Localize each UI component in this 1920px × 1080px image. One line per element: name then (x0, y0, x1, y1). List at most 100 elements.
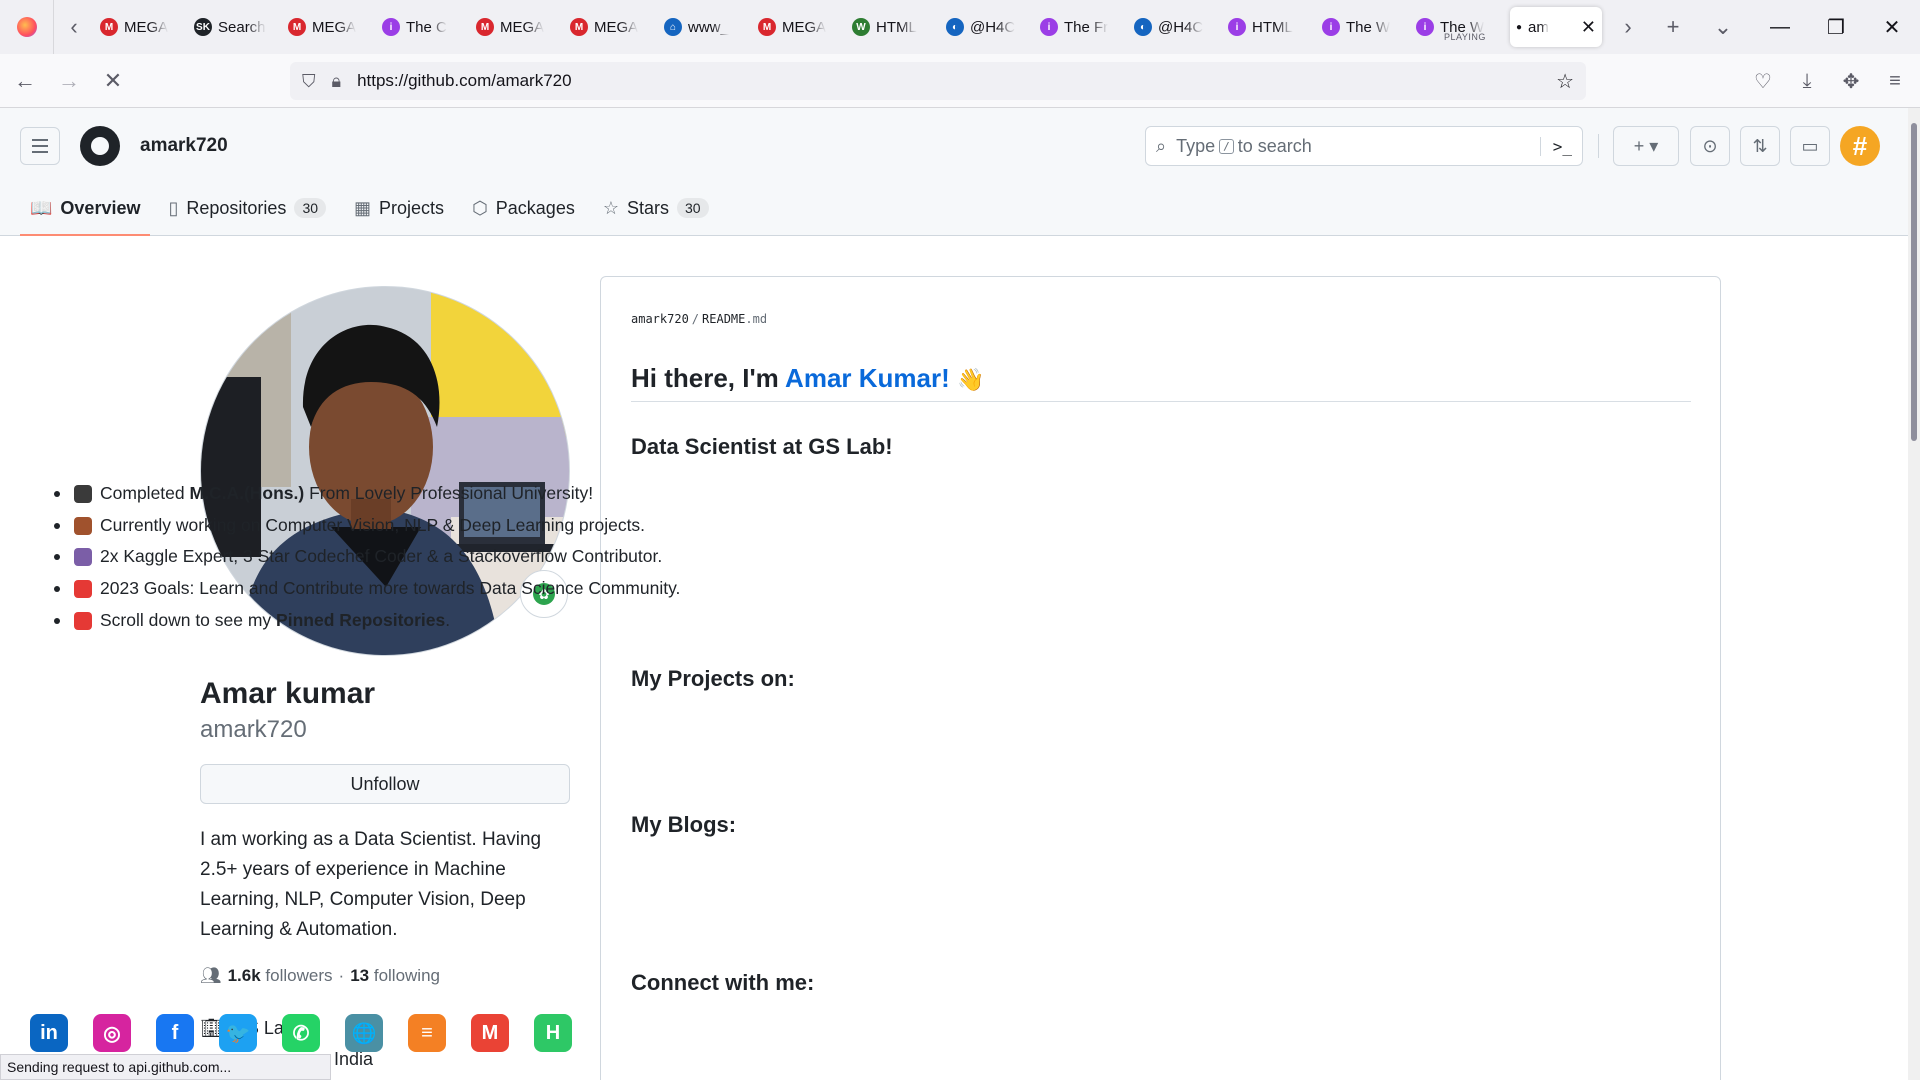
page-scrollbar[interactable] (1908, 108, 1920, 1080)
command-palette-icon[interactable]: >_ (1539, 136, 1572, 156)
readme-name-link[interactable]: Amar Kumar! (785, 363, 950, 393)
list-item: Currently working on Computer Vision, NL… (52, 510, 680, 542)
list-item: 2x Kaggle Expert, 3 Star Codechef Coder … (52, 541, 680, 573)
firefox-icon[interactable] (0, 0, 54, 54)
readme-bullet-list: Completed M.C.A.(Hons.) From Lovely Prof… (52, 478, 680, 637)
book-icon: 📖 (30, 197, 53, 218)
readme-owner-link[interactable]: amark720 (631, 312, 689, 326)
extensions-icon[interactable]: ✥ (1832, 62, 1870, 100)
scrollbar-thumb[interactable] (1911, 123, 1917, 441)
bookmark-star-icon[interactable]: ☆ (1556, 69, 1574, 94)
tabs-scroll-left-icon[interactable]: ‹ (54, 0, 94, 54)
stop-loading-icon[interactable]: ✕ (94, 62, 132, 100)
tabs-scroll-right-icon[interactable]: › (1608, 0, 1648, 54)
table-icon: ▦ (354, 197, 372, 218)
wave-emoji: 👋 (957, 367, 985, 392)
browser-tab[interactable]: i The C (376, 7, 470, 47)
browser-tab[interactable]: M MEGA (282, 7, 376, 47)
menu-icon[interactable]: ≡ (1876, 62, 1914, 100)
tab-strip: M MEGA SK Search M MEGA i The C M MEGA M MEGA ⌂ www_ M… (94, 0, 1410, 54)
lock-icon[interactable]: 🔒︎ (332, 71, 342, 92)
create-new-button[interactable]: + ▾ (1613, 126, 1679, 166)
inbox-icon[interactable]: ▭ (1790, 126, 1830, 166)
search-icon: ⌕ (1156, 135, 1167, 156)
tab-packages[interactable]: ⬡ Packages (462, 188, 585, 228)
header-username[interactable]: amark720 (140, 135, 228, 157)
readme-file-link[interactable]: README.md (702, 312, 767, 326)
loading-dot-icon: ● (1516, 21, 1523, 33)
website-icon[interactable]: 🌐 (345, 1014, 383, 1052)
downloads-icon[interactable]: ⤓ (1788, 62, 1826, 100)
linkedin-icon[interactable]: in (30, 1014, 68, 1052)
github-logo-icon[interactable] (80, 126, 120, 166)
browser-tab[interactable]: ◐ @H4C (1128, 7, 1222, 47)
whatsapp-icon[interactable]: ✆ (282, 1014, 320, 1052)
profile-full-name: Amar kumar (200, 677, 376, 710)
repo-icon: ▯ (168, 197, 179, 218)
tab-stars[interactable]: ☆ Stars 30 (593, 188, 719, 228)
pull-requests-icon[interactable]: ⇅ (1740, 126, 1780, 166)
new-tab-icon[interactable]: + (1648, 0, 1698, 54)
tab-active[interactable]: ● am ✕ (1510, 7, 1602, 47)
followers-link[interactable]: 1.6k followers (228, 966, 333, 986)
browser-tab[interactable]: M MEGA (564, 7, 658, 47)
emoji-icon (74, 611, 92, 630)
url-text[interactable]: https://github.com/amark720 (357, 71, 572, 91)
search-input[interactable]: ⌕ Type / to search >_ (1145, 126, 1583, 166)
list-all-tabs-icon[interactable]: ⌄ (1698, 0, 1748, 54)
unfollow-button[interactable]: Unfollow (200, 764, 570, 804)
gmail-icon[interactable]: M (471, 1014, 509, 1052)
tab-projects[interactable]: ▦ Projects (344, 188, 454, 228)
hackerrank-icon[interactable]: H (534, 1014, 572, 1052)
forward-icon[interactable]: → (50, 62, 88, 100)
tab-playing[interactable]: i The W PLAYING (1410, 7, 1504, 47)
browser-tab[interactable]: W HTML (846, 7, 940, 47)
stackoverflow-icon[interactable]: ≡ (408, 1014, 446, 1052)
browser-tab[interactable]: M MEGA (752, 7, 846, 47)
readme-greeting: Hi there, I'm Amar Kumar! 👋 (631, 363, 985, 393)
issues-icon[interactable]: ⊙ (1690, 126, 1730, 166)
tab-favicon: SK (194, 18, 212, 36)
browser-tab[interactable]: i HTML (1222, 7, 1316, 47)
tab-favicon: M (288, 18, 306, 36)
follow-stats: 👥︎ 1.6k followers · 13 following (200, 966, 440, 986)
readme-card: amark720/README.md Hi there, I'm Amar Ku… (600, 276, 1721, 1080)
pocket-icon[interactable]: ♡ (1744, 62, 1782, 100)
browser-tab[interactable]: i The W (1316, 7, 1410, 47)
instagram-icon[interactable]: ◎ (93, 1014, 131, 1052)
tab-favicon: i (1322, 18, 1340, 36)
list-item: Completed M.C.A.(Hons.) From Lovely Prof… (52, 478, 680, 510)
profile-tabs: 📖 Overview ▯ Repositories 30 ▦ Projects ⬡ Packag… (20, 188, 727, 236)
browser-tab[interactable]: i The Fr (1034, 7, 1128, 47)
tab-favicon: M (100, 18, 118, 36)
url-bar[interactable]: ⛉ 🔒︎ https://github.com/amark720 ☆ (290, 62, 1586, 100)
tab-favicon: i (1416, 18, 1434, 36)
emoji-icon (74, 548, 92, 567)
tab-favicon: ◐ (946, 18, 964, 36)
tab-repositories[interactable]: ▯ Repositories 30 (158, 188, 336, 228)
browser-tab[interactable]: ◐ @H4C (940, 7, 1034, 47)
profile-login: amark720 (200, 716, 307, 743)
following-link[interactable]: 13 following (350, 966, 440, 986)
tab-favicon: i (1228, 18, 1246, 36)
shield-icon[interactable]: ⛉ (302, 71, 316, 92)
restore-icon[interactable]: ❐ (1808, 0, 1864, 54)
tab-overview[interactable]: 📖 Overview (20, 188, 151, 236)
facebook-icon[interactable]: f (156, 1014, 194, 1052)
user-avatar[interactable]: # (1840, 126, 1880, 166)
back-icon[interactable]: ← (6, 62, 44, 100)
browser-tab[interactable]: M MEGA (94, 7, 188, 47)
blogs-heading: My Blogs: (631, 812, 737, 837)
browser-tab[interactable]: M MEGA (470, 7, 564, 47)
twitter-icon[interactable]: 🐦 (219, 1014, 257, 1052)
browser-tab[interactable]: ⌂ www_ (658, 7, 752, 47)
close-tab-icon[interactable]: ✕ (1581, 17, 1596, 38)
close-window-icon[interactable]: ✕ (1864, 0, 1920, 54)
hamburger-menu-icon[interactable] (20, 127, 60, 165)
star-icon: ☆ (602, 197, 619, 218)
header-divider (1598, 134, 1599, 158)
profile-bio: I am working as a Data Scientist. Having… (200, 829, 542, 940)
minimize-icon[interactable]: — (1752, 0, 1808, 54)
browser-tab[interactable]: SK Search (188, 7, 282, 47)
tab-favicon: W (852, 18, 870, 36)
